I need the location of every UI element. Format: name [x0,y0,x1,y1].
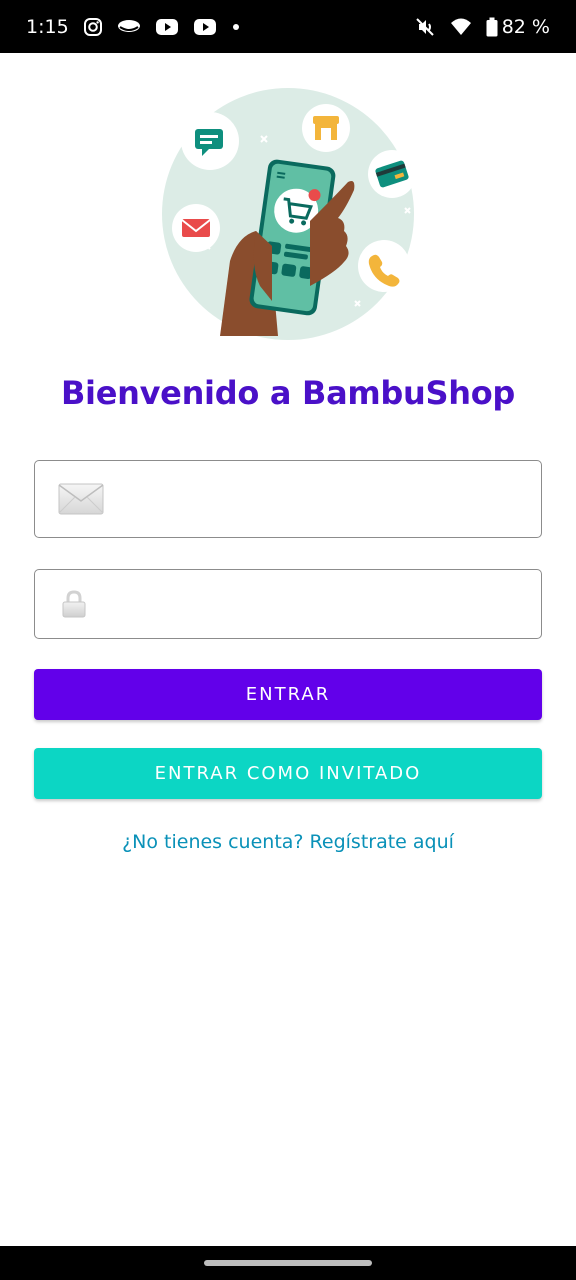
instagram-icon [83,17,103,37]
login-button-label: ENTRAR [245,684,331,705]
dot-icon [231,22,241,32]
credit-card-icon [368,150,416,198]
mail-icon [172,204,220,252]
chat-bubble-icon [181,112,239,170]
youtube-icon [155,18,179,36]
password-input[interactable] [113,570,541,638]
status-bar: 1:15 82 % [0,0,576,53]
email-input[interactable] [105,461,541,537]
vibrate-off-icon [414,16,436,38]
youtube-icon [193,18,217,36]
email-field[interactable] [34,460,542,538]
welcome-title: Bienvenido a BambuShop [60,374,516,412]
navigation-bar [0,1246,576,1280]
guest-login-button[interactable]: ENTRAR COMO INVITADO [34,748,542,799]
register-link[interactable]: ¿No tienes cuenta? Regístrate aquí [0,831,576,853]
hero-illustration [160,86,416,342]
login-button[interactable]: ENTRAR [34,669,542,720]
battery-indicator: 82 % [486,16,550,38]
phone-call-icon [358,240,410,292]
home-gesture-handle[interactable] [204,1260,372,1266]
wifi-icon [450,17,472,37]
speech-bubble-icon [117,18,141,36]
status-time: 1:15 [26,15,69,38]
battery-icon [486,17,498,37]
status-left: 1:15 [26,16,241,38]
lock-icon [35,590,113,618]
password-field[interactable] [34,569,542,639]
status-right: 82 % [414,16,550,38]
battery-percent: 82 % [501,15,550,38]
store-icon [302,104,350,152]
shopping-phone-illustration [162,88,416,340]
guest-login-button-label: ENTRAR COMO INVITADO [154,763,422,784]
envelope-icon [35,481,105,517]
